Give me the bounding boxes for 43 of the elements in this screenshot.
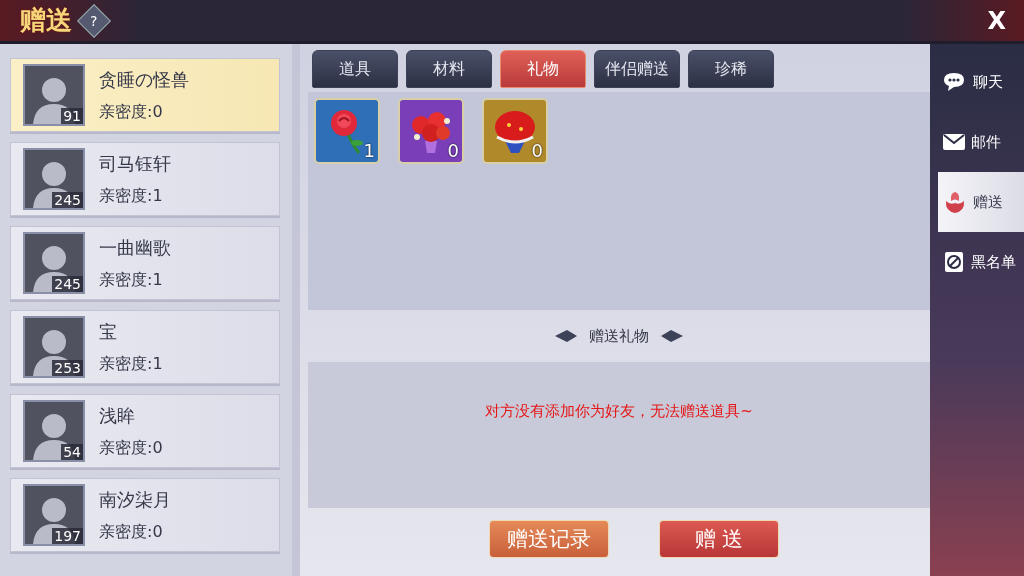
send-button[interactable]: 赠 送: [659, 520, 779, 558]
level-label: 54: [61, 444, 83, 460]
friend-name: 一曲幽歌: [99, 235, 171, 260]
friend-card[interactable]: 253 宝 亲密度:1: [10, 310, 280, 384]
friend-card[interactable]: 245 司马钰轩 亲密度:1: [10, 142, 280, 216]
side-tab[interactable]: 黑名单: [938, 232, 1024, 292]
friend-name: 南汐柒月: [99, 487, 171, 512]
friend-name: 浅眸: [99, 403, 136, 428]
item-count: 1: [363, 140, 375, 161]
friend-card[interactable]: 197 南汐柒月 亲密度:0: [10, 478, 280, 552]
level-label: 245: [52, 276, 83, 292]
category-tab[interactable]: 材料: [406, 50, 492, 88]
side-tab[interactable]: 聊天: [938, 52, 1024, 112]
friend-card[interactable]: 245 一曲幽歌 亲密度:1: [10, 226, 280, 300]
intimacy-label: 亲密度:0: [99, 521, 164, 543]
category-tab[interactable]: 珍稀: [688, 50, 774, 88]
intimacy-label: 亲密度:0: [99, 101, 164, 123]
close-button[interactable]: X: [983, 6, 1010, 35]
intimacy-label: 亲密度:0: [99, 437, 163, 459]
level-label: 253: [52, 360, 83, 376]
level-label: 245: [52, 192, 83, 208]
intimacy-label: 亲密度:1: [99, 269, 164, 291]
category-tab[interactable]: 礼物: [500, 50, 586, 88]
category-tab[interactable]: 道具: [312, 50, 398, 88]
gift-item-slot[interactable]: 1: [314, 98, 380, 164]
friend-card[interactable]: 54 浅眸 亲密度:0: [10, 394, 280, 468]
friend-name: 宝: [99, 319, 118, 344]
intimacy-label: 亲密度:1: [99, 185, 164, 207]
warning-message: 对方没有添加你为好友，无法赠送道具~: [485, 402, 753, 422]
window-title: 赠送: [20, 4, 72, 37]
level-label: 197: [52, 528, 83, 544]
side-tab[interactable]: 赠送: [938, 172, 1024, 232]
section-title: 赠送礼物: [589, 326, 649, 346]
friend-card[interactable]: 91 贪睡の怪兽 亲密度:0: [10, 58, 280, 132]
item-count: 0: [447, 140, 459, 161]
gift-item-slot[interactable]: 0: [398, 98, 464, 164]
friend-name: 司马钰轩: [99, 151, 171, 176]
category-tab[interactable]: 伴侣赠送: [594, 50, 680, 88]
item-count: 0: [531, 140, 543, 161]
intimacy-label: 亲密度:1: [99, 353, 163, 375]
level-label: 91: [61, 108, 83, 124]
friend-name: 贪睡の怪兽: [99, 67, 189, 92]
side-tab[interactable]: 邮件: [938, 112, 1024, 172]
